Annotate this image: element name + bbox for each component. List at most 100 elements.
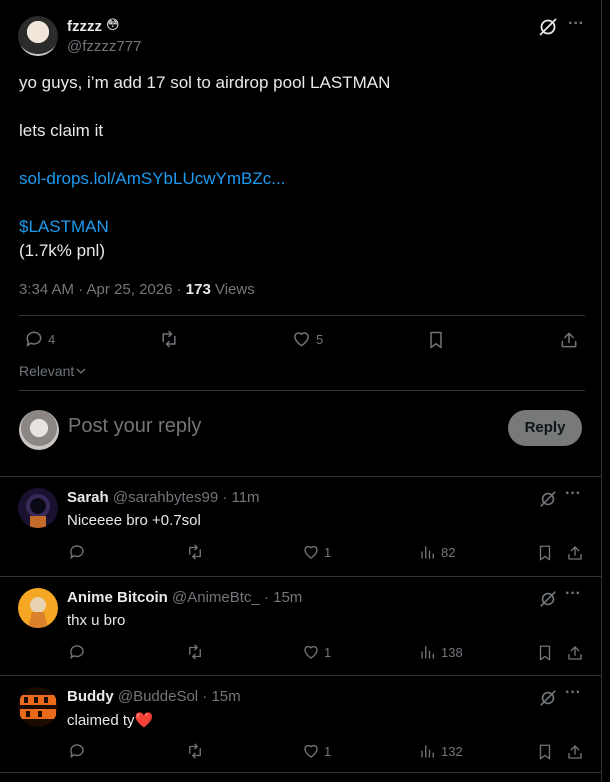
reply-button[interactable]: Reply [508,410,582,446]
commenter-name[interactable]: Buddy @BuddeSol · 15m [67,688,241,705]
comment-text: thx u bro [67,612,126,629]
repost-action[interactable] [185,643,205,661]
heart-icon [304,645,318,659]
repost-icon [189,644,201,660]
comment-text: Niceeee bro +0.7sol [67,512,201,529]
grok-icon[interactable] [537,16,559,38]
heart-icon [294,332,309,347]
author-handle[interactable]: @fzzzz777 [67,38,141,55]
section-divider [0,772,602,773]
reply-action[interactable] [68,543,86,561]
grok-icon[interactable] [538,589,558,609]
bookmark-icon [539,744,551,760]
like-action[interactable]: 1 [302,643,331,661]
post-timestamp[interactable]: 3:34 AM · Apr 25, 2026 · [19,281,186,298]
bookmark-icon [539,545,551,561]
views-count: 82 [441,544,456,560]
post-text-line-2: lets claim it [19,121,104,140]
reply-icon [70,744,84,758]
comment-item[interactable]: Buddy @BuddeSol · 15m claimed ty❤️ ··· 1… [0,675,602,775]
views-count: 132 [441,743,463,759]
post-text-pnl: (1.7k% pnl) [19,241,105,260]
divider [19,315,585,316]
like-count: 1 [324,743,332,759]
repost-action[interactable] [185,742,205,760]
heart-icon [304,744,318,758]
views-count: 138 [441,644,463,660]
more-options-icon[interactable]: ··· [565,485,581,503]
author-emoji: 😳 [106,17,120,32]
sort-label: Relevant [19,363,75,379]
comment-item[interactable]: Anime Bitcoin @AnimeBtc_ · 15m thx u bro… [0,576,602,676]
repost-action[interactable] [158,329,180,349]
like-action[interactable]: 1 [302,742,331,760]
share-action[interactable] [566,643,584,663]
comment-item[interactable]: Sarah @sarahbytes99 · 11m Niceeee bro +0… [0,476,602,576]
views-label: Views [210,281,255,298]
more-options-icon[interactable]: ··· [565,684,581,702]
post-meta: 3:34 AM · Apr 25, 2026 · 173 Views [19,281,255,298]
share-action[interactable] [566,543,584,563]
sort-dropdown[interactable]: Relevant [19,363,86,379]
commenter-name[interactable]: Sarah @sarahbytes99 · 11m [67,489,260,506]
commenter-avatar[interactable] [18,687,58,727]
share-icon [561,332,577,348]
bookmark-icon [539,645,551,661]
share-icon [568,546,582,560]
cashtag-link[interactable]: $LASTMAN [19,217,109,237]
divider [19,390,585,391]
like-count: 1 [324,544,332,560]
reply-action[interactable]: 4 [24,329,55,349]
repost-icon [189,544,201,560]
like-action[interactable]: 5 [291,329,323,349]
share-action[interactable] [559,329,579,351]
share-icon [568,646,582,660]
share-action[interactable] [566,742,584,762]
share-icon [568,745,582,759]
commenter-avatar[interactable] [18,488,58,528]
author-avatar[interactable] [18,16,58,56]
post-text-line-1: yo guys, i’m add 17 sol to airdrop pool … [19,73,391,92]
like-count: 1 [324,644,332,660]
bookmark-action[interactable] [536,643,554,663]
reply-input[interactable] [68,415,368,438]
reply-action[interactable] [68,643,86,661]
bookmark-action[interactable] [536,543,554,563]
views-action[interactable]: 132 [419,742,463,760]
bookmark-action[interactable] [426,329,446,351]
more-options-icon[interactable]: ··· [565,585,581,603]
commenter-avatar[interactable] [18,588,58,628]
reply-count: 4 [48,331,56,347]
comment-text: claimed ty❤️ [67,712,154,729]
views-count: 173 [185,281,211,298]
more-options-icon[interactable]: ··· [566,14,586,36]
repost-icon [189,743,201,759]
grok-icon[interactable] [538,688,558,708]
author-name[interactable]: fzzzz [67,18,102,35]
reply-action[interactable] [68,742,86,760]
reply-icon [70,545,84,559]
views-action[interactable]: 82 [419,543,455,561]
post-link[interactable]: sol-drops.lol/AmSYbLUcwYmBZc... [19,169,285,189]
heart-icon [304,545,318,559]
views-action[interactable]: 138 [419,643,463,661]
chevron-down-icon [76,368,86,374]
commenter-handle[interactable]: @BuddeSol · 15m [118,688,241,705]
commenter-name[interactable]: Anime Bitcoin @AnimeBtc_ · 15m [67,589,302,606]
views-icon [421,546,434,559]
bookmark-icon [430,331,442,349]
reply-icon [70,645,84,659]
like-action[interactable]: 1 [302,543,331,561]
heart-emoji: ❤️ [134,712,154,729]
repost-action[interactable] [185,543,205,561]
views-icon [421,646,434,659]
grok-icon[interactable] [538,489,558,509]
bookmark-action[interactable] [536,742,554,762]
repost-icon [162,330,176,348]
commenter-handle[interactable]: @sarahbytes99 · 11m [113,489,260,506]
reply-icon [26,331,42,347]
like-count: 5 [316,331,324,347]
views-icon [421,745,434,758]
commenter-handle[interactable]: @AnimeBtc_ · 15m [172,589,302,606]
user-avatar[interactable] [19,410,59,450]
